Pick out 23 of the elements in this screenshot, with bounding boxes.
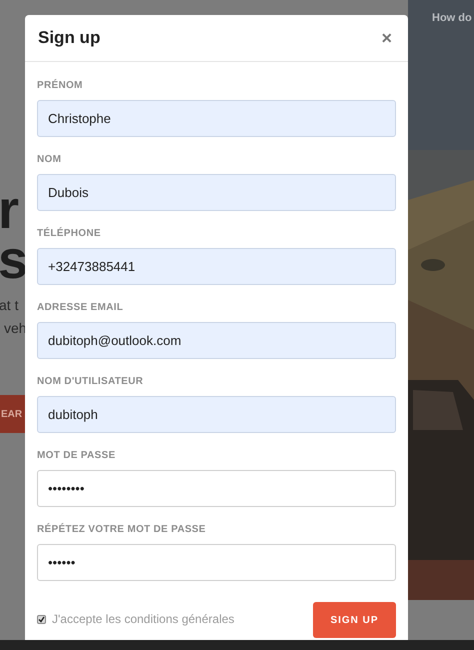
field-label: NOM D'UTILISATEUR: [37, 375, 144, 389]
input-field[interactable]: +32473885441: [37, 248, 396, 285]
hero-text: veh: [4, 319, 27, 338]
input-field[interactable]: ••••••: [37, 544, 396, 581]
sign-up-button[interactable]: SIGN UP: [313, 602, 396, 638]
checkbox[interactable]: [37, 614, 46, 624]
nav-link[interactable]: How do: [432, 10, 472, 26]
input-field[interactable]: Dubois: [37, 174, 396, 211]
field-label: RÉPÉTEZ VOTRE MOT DE PASSE: [37, 522, 207, 537]
terms-label: J'accepte les conditions générales: [52, 611, 234, 628]
modal-title: Sign up: [38, 27, 100, 50]
hero-title: r: [0, 185, 20, 235]
close-button[interactable]: ×: [381, 29, 395, 47]
hero-title: s: [0, 235, 28, 285]
field-label: PRÉNOM: [37, 78, 84, 93]
field-label: MOT DE PASSE: [37, 449, 116, 463]
input-field[interactable]: Christophe: [37, 100, 396, 137]
input-field[interactable]: ••••••••: [37, 470, 396, 507]
input-field[interactable]: dubitoph: [37, 396, 396, 433]
field-label: TÉLÉPHONE: [37, 226, 102, 241]
input-field[interactable]: dubitoph@outlook.com: [37, 322, 396, 359]
field-label: NOM: [37, 153, 62, 167]
field-label: ADRESSE EMAIL: [37, 301, 124, 315]
